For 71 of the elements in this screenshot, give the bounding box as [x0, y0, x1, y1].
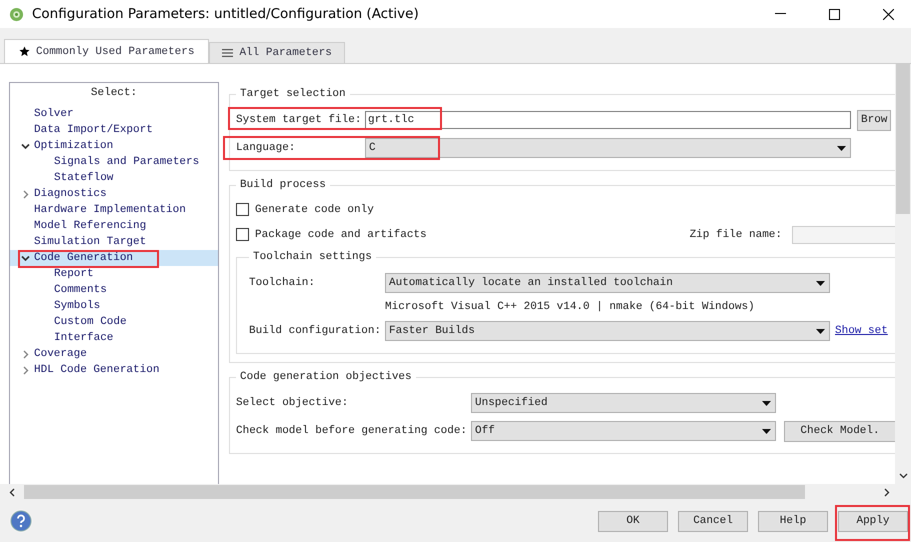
tree-item[interactable]: Model Referencing	[10, 218, 218, 234]
checkbox-label: Package code and artifacts	[255, 228, 427, 240]
tree-item[interactable]: Coverage	[10, 346, 218, 362]
browse-button[interactable]: Brow	[857, 110, 891, 130]
tree-item[interactable]: Comments	[10, 282, 218, 298]
tree-item[interactable]: Optimization	[10, 138, 218, 154]
group-title: Build process	[239, 179, 327, 191]
field-label: Zip file name:	[690, 228, 782, 240]
dialog-button[interactable]: OK	[598, 510, 668, 532]
dropdown-arrow-icon	[837, 146, 846, 150]
tree-item[interactable]: Diagnostics	[10, 186, 218, 202]
tree-item[interactable]: Report	[10, 266, 218, 282]
dialog-button[interactable]: Cancel	[678, 510, 748, 532]
group-title: Toolchain settings	[252, 251, 373, 263]
input-field[interactable]	[792, 226, 895, 244]
dropdown-arrow-icon	[762, 428, 771, 434]
input-field[interactable]: grt.tlc	[365, 111, 851, 129]
group-title: Code generation objectives	[239, 371, 413, 383]
scroll-right-icon[interactable]	[884, 488, 890, 496]
dropdown[interactable]: Faster Builds	[385, 321, 830, 341]
tree-item[interactable]: Hardware Implementation	[10, 202, 218, 218]
dropdown[interactable]: Unspecified	[471, 393, 776, 413]
tree-title: Select:	[90, 87, 138, 101]
tree-item[interactable]: HDL Code Generation	[10, 362, 218, 378]
field-label: Language:	[236, 142, 296, 154]
dropdown-arrow-icon	[762, 400, 771, 406]
tree-item[interactable]: Signals and Parameters	[10, 154, 218, 170]
toolchain-info: Microsoft Visual C++ 2015 v14.0 | nmake (64-bit Windows)	[385, 300, 756, 315]
chevron-right-icon[interactable]	[20, 366, 30, 374]
show-settings-link[interactable]: Show set	[835, 325, 888, 337]
tab[interactable]: Commonly Used Parameters	[4, 39, 210, 63]
tree-item[interactable]: Custom Code	[10, 314, 218, 330]
tree-item[interactable]: Data Import/Export	[10, 122, 218, 138]
dropdown[interactable]: C	[365, 138, 851, 158]
tree-item[interactable]: Solver	[10, 106, 218, 122]
field-label: Build configuration:	[249, 325, 382, 337]
maximize-icon	[828, 8, 840, 20]
field-label: Check model before generating code:	[236, 425, 468, 437]
window-title: Configuration Parameters: untitled/Configuration (Active)	[32, 6, 420, 22]
dropdown[interactable]: Off	[471, 421, 776, 441]
tab[interactable]: All Parameters	[209, 42, 345, 63]
check-model-button[interactable]: Check Model.	[784, 420, 895, 442]
tree-item[interactable]: Simulation Target	[10, 234, 218, 250]
field-label: System target file:	[236, 114, 362, 126]
field-label: Select objective:	[236, 397, 350, 409]
group-title: Target selection	[239, 88, 347, 100]
minimize-icon	[774, 13, 786, 15]
vertical-scrollbar[interactable]	[895, 64, 911, 484]
star-icon	[19, 46, 30, 57]
dropdown-arrow-icon	[816, 328, 825, 334]
dropdown[interactable]: Automatically locate an installed toolchain	[385, 273, 830, 293]
tree-item[interactable]: Code Generation	[10, 250, 218, 266]
help-icon[interactable]	[10, 510, 32, 532]
chevron-right-icon[interactable]	[20, 350, 30, 358]
checkbox[interactable]	[236, 203, 249, 216]
scroll-down-icon[interactable]	[898, 473, 908, 479]
chevron-down-icon[interactable]	[20, 254, 30, 262]
chevron-right-icon[interactable]	[20, 190, 30, 198]
dialog-button[interactable]: Help	[758, 510, 828, 532]
checkbox-label: Generate code only	[255, 204, 374, 216]
checkbox[interactable]	[236, 228, 249, 241]
close-icon	[882, 8, 894, 20]
list-icon	[222, 49, 234, 57]
tree-item[interactable]: Interface	[10, 330, 218, 346]
field-label: Toolchain:	[249, 277, 316, 289]
scroll-left-icon[interactable]	[9, 488, 15, 496]
tree-item[interactable]: Stateflow	[10, 170, 218, 186]
chevron-down-icon[interactable]	[20, 142, 30, 150]
tree-item[interactable]: Symbols	[10, 298, 218, 314]
dialog-button[interactable]: Apply	[838, 510, 908, 532]
dropdown-arrow-icon	[816, 280, 825, 286]
